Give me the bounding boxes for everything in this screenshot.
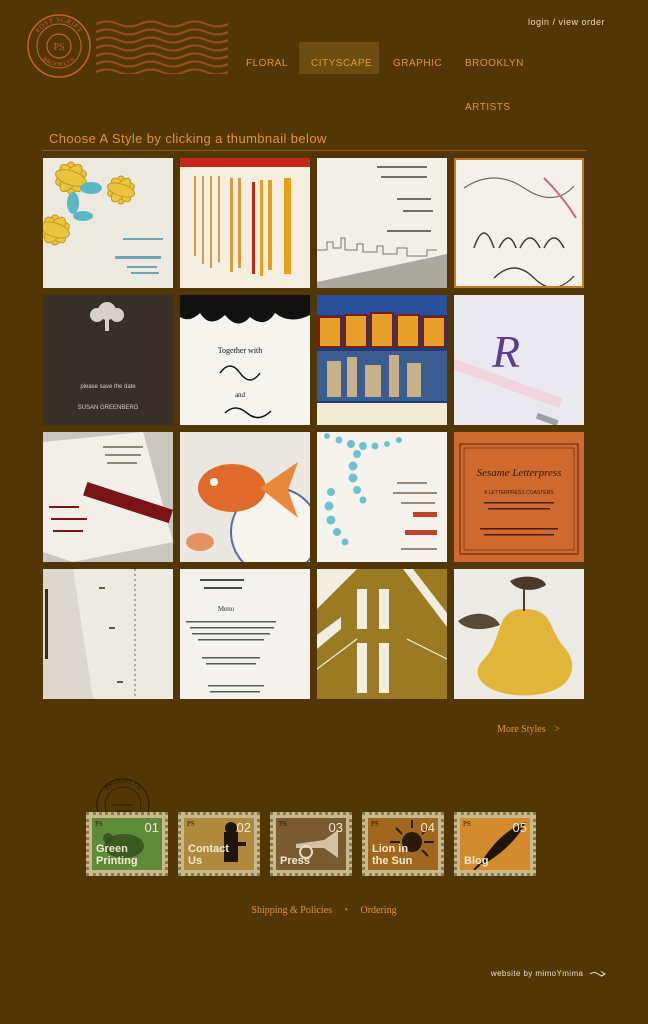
credit-text: website by mimoYmima xyxy=(490,969,584,978)
ordering-link[interactable]: Ordering xyxy=(360,905,396,916)
stamp-blog[interactable]: PS 05 Blog xyxy=(454,812,536,876)
thumb-sesame-letterpress-coasters[interactable]: Sesame Letterpress 8 LETTERPRESS COASTER… xyxy=(454,432,584,562)
thumb-text-name: SUSAN GREENBERG xyxy=(78,405,139,411)
thumb-blue-dots-invitation[interactable] xyxy=(317,432,447,562)
svg-text:POST SCRIPT: POST SCRIPT xyxy=(34,16,84,35)
thumb-bridge-illustration[interactable] xyxy=(317,569,447,699)
stamp-ps: PS xyxy=(187,820,195,828)
stamp-ps: PS xyxy=(371,820,379,828)
thumb-text-sesame: Sesame Letterpress xyxy=(477,467,562,479)
arrow-right-icon xyxy=(589,970,606,977)
stamp-number: 02 xyxy=(236,820,251,835)
stamp-number: 03 xyxy=(328,820,343,835)
stamp-label: Green Printing xyxy=(96,843,138,867)
svg-text:BROOKLYN: BROOKLYN xyxy=(104,779,142,792)
tab-floral[interactable]: FLORAL xyxy=(234,42,298,74)
chevron-right-icon: > xyxy=(554,724,560,735)
footer-links: Shipping & Policies • Ordering xyxy=(0,905,648,916)
thumb-text-coasters: 8 LETTERPRESS COASTERS xyxy=(484,490,554,496)
tab-cityscape[interactable]: CITYSCAPE xyxy=(299,42,379,74)
thumb-text-save-date: please save the date xyxy=(80,384,136,390)
thumb-tree-save-the-date[interactable]: please save the date SUSAN GREENBERG xyxy=(43,295,173,425)
stamp-label: Lion in the Sun xyxy=(372,843,413,867)
post-script-brooklyn-logo[interactable]: POST SCRIPT BROOKLYN PS xyxy=(26,13,92,79)
stamp-ps: PS xyxy=(279,820,287,828)
stamp-bg: PS 04 Lion in the Sun xyxy=(368,818,438,870)
thumb-menu-card[interactable]: Menu xyxy=(180,569,310,699)
thumb-first-word-card[interactable] xyxy=(43,569,173,699)
tab-brooklyn-artists[interactable]: BROOKLYN ARTISTS xyxy=(453,42,577,113)
stamp-label: Blog xyxy=(464,855,489,867)
thumb-ms-aimee-calligraphy[interactable] xyxy=(454,158,584,288)
login-link[interactable]: login xyxy=(528,17,550,27)
svg-text:R: R xyxy=(491,326,520,377)
thumb-text-menu: Menu xyxy=(218,605,235,613)
stamp-label: Contact Us xyxy=(188,843,229,867)
stamp-ps: PS xyxy=(463,820,471,828)
thumb-floral-blue-invitation[interactable] xyxy=(43,158,173,288)
heading-divider xyxy=(42,150,587,151)
thumb-ribbon-invitation[interactable] xyxy=(43,432,173,562)
postmark-text: BROOKLYN xyxy=(104,779,142,792)
site-credit-link[interactable]: website by mimoYmima xyxy=(491,969,606,978)
stamp-press[interactable]: PS 03 Press xyxy=(270,812,352,876)
stamp-bg: PS 03 Press xyxy=(276,818,346,870)
stamp-lion-in-the-sun[interactable]: PS 04 Lion in the Sun xyxy=(362,812,444,876)
stamp-label: Press xyxy=(280,855,310,867)
logo-text-top: POST SCRIPT xyxy=(34,16,84,35)
thumb-skyline-invitation[interactable] xyxy=(317,158,447,288)
footer-separator: • xyxy=(344,905,348,916)
thumb-greetings-brooklyn-postcard[interactable] xyxy=(317,295,447,425)
stamp-bg: PS 05 Blog xyxy=(460,818,530,870)
stamp-bg: PS 02 Contact Us xyxy=(184,818,254,870)
stamp-ps: PS xyxy=(95,820,103,828)
thumb-text-together: Together with xyxy=(218,346,263,355)
shipping-policies-link[interactable]: Shipping & Policies xyxy=(251,905,332,916)
thumb-gabrielle-red-invitation[interactable] xyxy=(180,158,310,288)
account-links: login / view order xyxy=(528,17,605,27)
more-styles-label: More Styles xyxy=(497,724,546,735)
logo-monogram: PS xyxy=(53,42,64,53)
stamp-bg: PS 01 Green Printing xyxy=(92,818,162,870)
link-separator: / xyxy=(552,17,556,27)
thumb-pear-card[interactable] xyxy=(454,569,584,699)
thumb-text-and: and xyxy=(235,391,246,399)
page-heading: Choose A Style by clicking a thumbnail b… xyxy=(49,131,327,146)
tab-graphic[interactable]: GRAPHIC xyxy=(381,42,451,74)
stamp-number: 01 xyxy=(144,820,159,835)
view-order-link[interactable]: view order xyxy=(558,17,605,27)
postmark-wavy-lines xyxy=(96,20,228,74)
stamp-contact-us[interactable]: PS 02 Contact Us xyxy=(178,812,260,876)
stamp-green-printing[interactable]: PS 01 Green Printing xyxy=(86,812,168,876)
thumb-monogram-r-card[interactable]: R xyxy=(454,295,584,425)
thumb-goldfish-coaster[interactable] xyxy=(180,432,310,562)
thumb-black-damask-invitation[interactable]: Together with and xyxy=(180,295,310,425)
stamp-number: 04 xyxy=(420,820,435,835)
more-styles-link[interactable]: More Styles > xyxy=(497,724,560,735)
stamp-number: 05 xyxy=(512,820,527,835)
